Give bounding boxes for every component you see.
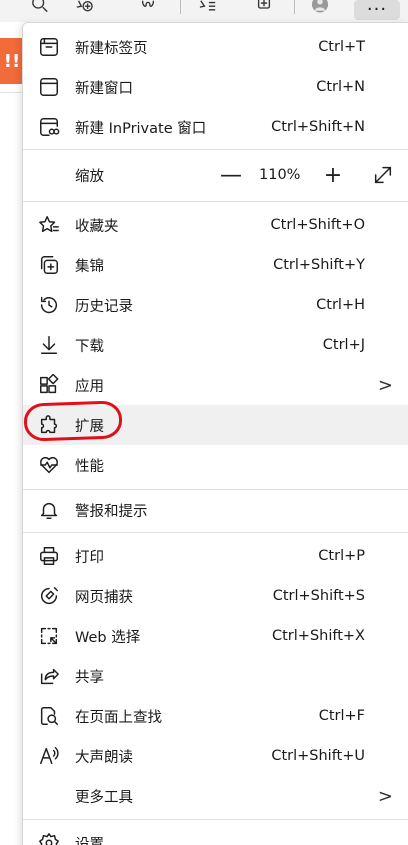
menu-item-shortcut: Ctrl+Shift+X — [272, 628, 365, 644]
menu-item-label: 打印 — [75, 549, 104, 566]
menu-item-alerts[interactable]: 警报和提示 — [23, 490, 408, 530]
page-orange-banner: !! — [0, 38, 24, 84]
menu-item-shortcut: Ctrl+Shift+Y — [273, 257, 365, 273]
menu-item-label: 设置 — [75, 836, 104, 845]
menu-item-shortcut: Ctrl+H — [316, 297, 365, 313]
menu-item-shortcut: Ctrl+J — [322, 337, 365, 353]
menu-item-read-aloud[interactable]: 大声朗读 Ctrl+Shift+U — [23, 736, 408, 776]
menu-item-zoom: 缩放 — 110% + — [23, 155, 408, 195]
menu-item-shortcut: Ctrl+T — [318, 39, 365, 55]
zoom-level: 110% — [259, 167, 301, 183]
add-favorite-icon[interactable] — [72, 0, 96, 16]
extensions-icon — [37, 413, 61, 437]
menu-item-label: 共享 — [75, 669, 104, 686]
menu-item-share[interactable]: 共享 — [23, 656, 408, 696]
menu-item-label: 新建 InPrivate 窗口 — [75, 120, 207, 137]
chevron-right-icon: > — [377, 374, 393, 396]
toolbar-separator — [294, 0, 295, 14]
collections-icon[interactable] — [252, 0, 276, 16]
menu-item-label: 大声朗读 — [75, 749, 133, 766]
menu-item-label: 新建窗口 — [75, 80, 133, 97]
menu-item-label: 警报和提示 — [75, 503, 148, 520]
menu-item-new-window[interactable]: 新建窗口 Ctrl+N — [23, 67, 408, 107]
find-on-page-icon — [37, 704, 61, 728]
menu-item-new-inprivate[interactable]: 新建 InPrivate 窗口 Ctrl+Shift+N — [23, 107, 408, 147]
web-capture-icon — [37, 584, 61, 608]
zoom-out-button[interactable]: — — [219, 163, 243, 188]
read-aloud-icon — [37, 744, 61, 768]
bell-icon — [37, 498, 61, 522]
menu-item-apps[interactable]: 应用 > — [23, 365, 408, 405]
download-icon — [37, 333, 61, 357]
menu-item-label: 更多工具 — [75, 789, 133, 806]
menu-item-performance[interactable]: 性能 — [23, 445, 408, 485]
new-tab-icon — [37, 35, 61, 59]
profile-icon[interactable] — [308, 0, 332, 16]
menu-divider — [23, 819, 408, 820]
toolbar-separator — [180, 0, 181, 14]
gear-icon — [37, 831, 61, 845]
menu-item-label: 应用 — [75, 378, 104, 395]
menu-item-shortcut: Ctrl+Shift+U — [271, 748, 365, 764]
menu-item-history[interactable]: 历史记录 Ctrl+H — [23, 285, 408, 325]
menu-item-label: 收藏夹 — [75, 218, 119, 235]
chevron-right-icon: > — [377, 785, 393, 807]
favorites-icon — [37, 213, 61, 237]
performance-icon — [37, 453, 61, 477]
menu-item-label: Web 选择 — [75, 629, 141, 646]
menu-item-more-tools[interactable]: 更多工具 > — [23, 776, 408, 816]
menu-item-web-select[interactable]: Web 选择 Ctrl+Shift+X — [23, 616, 408, 656]
more-menu-button[interactable]: ··· — [354, 0, 400, 20]
page-divider — [0, 92, 22, 93]
inprivate-icon — [37, 115, 61, 139]
share-icon — [37, 664, 61, 688]
menu-item-label: 网页捕获 — [75, 589, 133, 606]
menu-item-collections[interactable]: 集锦 Ctrl+Shift+Y — [23, 245, 408, 285]
menu-item-find-on-page[interactable]: 在页面上查找 Ctrl+F — [23, 696, 408, 736]
menu-item-label: 下载 — [75, 338, 104, 355]
web-select-icon — [37, 624, 61, 648]
new-window-icon — [37, 75, 61, 99]
menu-item-label: 集锦 — [75, 258, 104, 275]
browser-toolbar: ··· — [0, 0, 408, 22]
history-icon — [37, 293, 61, 317]
print-icon — [37, 544, 61, 568]
zoom-label: 缩放 — [75, 168, 104, 185]
extensions-icon[interactable] — [136, 0, 160, 16]
menu-divider — [23, 532, 408, 533]
menu-item-extensions[interactable]: 扩展 — [23, 405, 408, 445]
menu-item-label: 扩展 — [75, 418, 104, 435]
menu-item-shortcut: Ctrl+F — [318, 708, 365, 724]
menu-item-print[interactable]: 打印 Ctrl+P — [23, 536, 408, 576]
menu-item-label: 历史记录 — [75, 298, 133, 315]
menu-divider — [23, 201, 408, 202]
menu-item-label: 新建标签页 — [75, 40, 148, 57]
menu-item-shortcut: Ctrl+P — [318, 548, 365, 564]
browser-more-menu: 新建标签页 Ctrl+T 新建窗口 Ctrl+N 新建 InPrivate 窗口… — [22, 22, 408, 845]
zoom-in-icon[interactable] — [28, 0, 52, 16]
menu-item-label: 性能 — [75, 458, 104, 475]
menu-item-web-capture[interactable]: 网页捕获 Ctrl+Shift+S — [23, 576, 408, 616]
menu-divider — [23, 149, 408, 150]
zoom-in-button[interactable]: + — [321, 163, 345, 188]
menu-item-settings[interactable]: 设置 — [23, 823, 408, 845]
more-icon: ··· — [366, 0, 388, 20]
menu-item-shortcut: Ctrl+Shift+S — [272, 588, 365, 604]
menu-item-shortcut: Ctrl+Shift+N — [271, 119, 365, 135]
collections-icon — [37, 253, 61, 277]
favorites-icon[interactable] — [196, 0, 220, 16]
fullscreen-icon[interactable] — [369, 161, 397, 189]
apps-icon — [37, 373, 61, 397]
menu-item-shortcut: Ctrl+Shift+O — [270, 217, 365, 233]
menu-item-shortcut: Ctrl+N — [316, 79, 365, 95]
menu-item-label: 在页面上查找 — [75, 709, 162, 726]
menu-item-downloads[interactable]: 下载 Ctrl+J — [23, 325, 408, 365]
menu-item-favorites[interactable]: 收藏夹 Ctrl+Shift+O — [23, 205, 408, 245]
menu-item-new-tab[interactable]: 新建标签页 Ctrl+T — [23, 27, 408, 67]
